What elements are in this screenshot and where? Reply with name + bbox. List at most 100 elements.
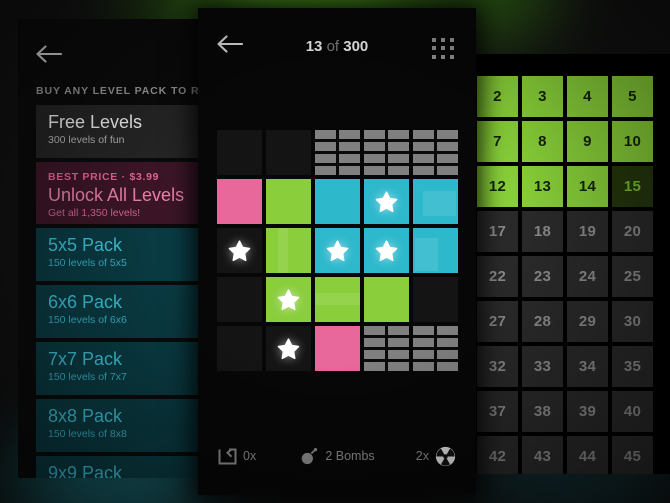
board-cell[interactable] [411,177,460,226]
board-cell[interactable] [313,128,362,177]
pack-subtitle: 150 levels of 7x7 [48,371,127,383]
level-tile[interactable]: 23 [522,256,563,297]
board-cell[interactable] [362,324,411,373]
level-tile[interactable]: 24 [567,256,608,297]
level-tile[interactable]: 5 [612,76,653,117]
level-tile[interactable]: 28 [522,301,563,342]
game-board[interactable] [214,128,460,373]
board-cell[interactable] [411,226,460,275]
board-cell[interactable] [264,275,313,324]
board-cell[interactable] [313,324,362,373]
pack-subtitle: 150 levels of 5x5 [48,257,127,269]
level-tile[interactable]: 25 [612,256,653,297]
board-cell-tile [265,228,311,273]
level-tile[interactable]: 39 [567,391,608,432]
board-cell[interactable] [362,128,411,177]
level-tile[interactable]: 8 [522,121,563,162]
board-cell[interactable] [362,226,411,275]
pack-item[interactable]: Free Levels 300 levels of fun [36,105,221,158]
pack-item[interactable]: 7x7 Pack150 levels of 7x7$0 [36,342,221,395]
level-tile[interactable]: 30 [612,301,653,342]
board-cell[interactable] [264,128,313,177]
level-tile[interactable]: 22 [477,256,518,297]
board-cell[interactable] [215,128,264,177]
level-tile[interactable]: 40 [612,391,653,432]
level-tile[interactable]: 3 [522,76,563,117]
level-tile[interactable]: 43 [522,436,563,474]
board-cell[interactable] [411,324,460,373]
pack-title: 9x9 Pack [48,463,123,478]
board-cell-tile [314,228,360,273]
board-cell[interactable] [264,324,313,373]
pack-subtitle: 300 levels of fun [48,134,125,146]
level-tile[interactable]: 27 [477,301,518,342]
board-cell[interactable] [215,275,264,324]
board-cell[interactable] [215,324,264,373]
level-tile[interactable]: 9 [567,121,608,162]
board-cell[interactable] [362,275,411,324]
level-tile[interactable]: 32 [477,346,518,387]
level-tile[interactable]: 10 [612,121,653,162]
level-tile[interactable]: 17 [477,211,518,252]
pack-item[interactable]: 6x6 Pack150 levels of 6x6$0 [36,285,221,338]
pack-item[interactable]: 5x5 Pack150 levels of 5x5$0 [36,228,221,281]
level-tile[interactable]: 7 [477,121,518,162]
undo-icon [218,447,237,464]
board-cell-tile [412,326,458,371]
store-note: BUY ANY LEVEL PACK TO REMOVE A [36,85,221,97]
grid-menu-icon[interactable] [432,38,456,60]
pack-item[interactable]: 9x9 Pack150 levels of 9x9$0 [36,456,221,478]
pack-title: Unlock All Levels [48,185,185,205]
pack-item[interactable]: BEST PRICE · $3.99 Unlock All Levels Get a… [36,162,221,224]
level-tile[interactable]: 37 [477,391,518,432]
board-cell[interactable] [313,226,362,275]
board-cell[interactable] [264,177,313,226]
grid-menu-dot [441,46,445,51]
pack-item[interactable]: 8x8 Pack150 levels of 8x8$0 [36,399,221,452]
level-tile[interactable]: 45 [612,436,653,474]
store-back-button[interactable] [36,37,76,71]
level-tile[interactable]: 29 [567,301,608,342]
undo-tool-label: 0x [243,449,257,463]
board-cell[interactable] [313,177,362,226]
board-cell[interactable] [264,226,313,275]
level-tile[interactable]: 33 [522,346,563,387]
board-cell-tile [216,179,262,224]
level-tile[interactable]: 15 [612,166,653,207]
level-tile[interactable]: 35 [612,346,653,387]
level-tile[interactable]: 38 [522,391,563,432]
star-icon [326,239,348,261]
bomb-tool[interactable]: 2 Bombs [299,447,375,465]
level-tile[interactable]: 18 [522,211,563,252]
board-cell-tile [265,130,311,175]
level-counter-total: 300 [343,38,369,55]
nuke-tool[interactable]: 2x [416,446,456,467]
level-tile[interactable]: 2 [477,76,518,117]
level-tile[interactable]: 4 [567,76,608,117]
board-cell[interactable] [411,275,460,324]
level-tile[interactable]: 12 [477,166,518,207]
board-cell[interactable] [313,275,362,324]
game-toolbar: 0x 2 Bombs 2x [198,439,476,473]
bomb-icon [301,448,318,465]
board-cell-tile [216,228,262,273]
board-cell-tile [363,130,409,175]
level-tile[interactable]: 42 [477,436,518,474]
level-tile[interactable]: 13 [522,166,563,207]
board-cell[interactable] [411,128,460,177]
board-cell-tile [216,130,262,175]
board-cell[interactable] [215,226,264,275]
level-tile[interactable]: 44 [567,436,608,474]
nuke-tool-label: 2x [415,449,429,463]
board-cell[interactable] [215,177,264,226]
undo-tool[interactable]: 0x [218,447,257,465]
pack-title: Free Levels [48,112,143,132]
game-board-wrap [198,128,476,373]
level-tile[interactable]: 34 [567,346,608,387]
level-tile[interactable]: 20 [612,211,653,252]
board-cell[interactable] [362,177,411,226]
level-tile[interactable]: 14 [567,166,608,207]
level-tile[interactable]: 19 [567,211,608,252]
grid-menu-dot [450,46,454,51]
nuke-icon [435,446,456,466]
